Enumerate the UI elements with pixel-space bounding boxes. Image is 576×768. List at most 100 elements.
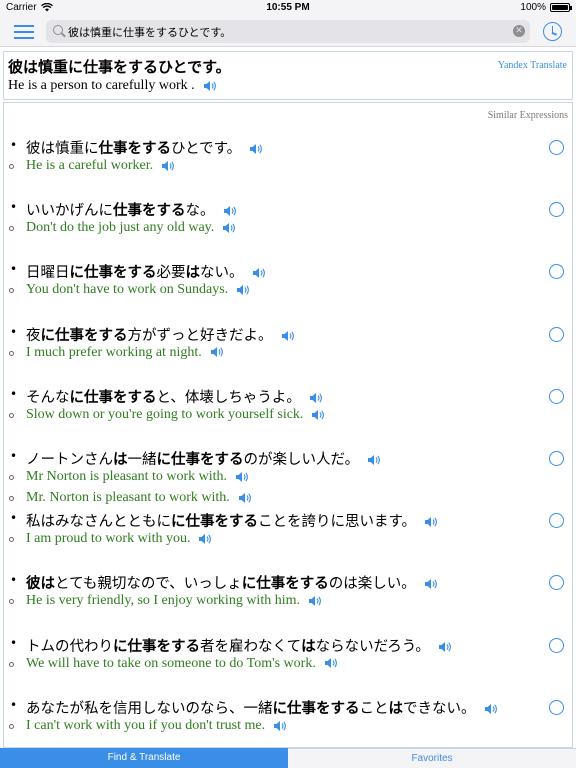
favorite-radio-button[interactable] — [549, 388, 564, 404]
sentence-text: 必要 — [156, 265, 186, 282]
english-translation: I much prefer working at night. — [26, 345, 224, 361]
speaker-icon[interactable] — [223, 205, 237, 217]
english-bullet-icon — [9, 350, 14, 356]
menu-icon[interactable] — [14, 25, 34, 39]
japanese-sentence: 彼はとても親切なので、いっしょに仕事をするのは楽しい。 — [26, 572, 438, 593]
bullet-icon: • — [10, 262, 18, 277]
english-bullet-icon — [9, 475, 14, 480]
sentence-text: できない。 — [403, 700, 476, 717]
sentence-text: いいかげんに — [26, 203, 113, 220]
english-text: Mr. Norton is pleasant to work with. — [26, 490, 230, 505]
speaker-icon[interactable] — [210, 346, 224, 358]
english-text: We will have to take on someone to do To… — [26, 655, 316, 671]
speaker-icon[interactable] — [203, 80, 217, 92]
speaker-icon[interactable] — [198, 533, 212, 545]
keyword-highlight: は — [301, 638, 316, 655]
tab-find-translate[interactable]: Find & Translate — [0, 748, 288, 768]
sentence-text: 私はみなさんとともに — [26, 514, 171, 531]
japanese-sentence: トムの代わりに仕事をする者を雇わなくてはならないだろう。 — [26, 635, 452, 656]
speaker-icon[interactable] — [281, 330, 295, 342]
keyword-highlight: 仕事をする — [98, 141, 172, 157]
sentence-text: あなたが私を信用しないのなら、一緒 — [26, 700, 273, 717]
list-item: • 夜に仕事をする方がずっと好きだよ。 I much prefer working … — [4, 324, 572, 384]
english-bullet-icon — [9, 537, 14, 543]
japanese-sentence: いいかげんに仕事をするな。 — [26, 199, 237, 220]
search-input[interactable] — [68, 22, 508, 41]
japanese-sentence: 夜に仕事をする方がずっと好きだよ。 — [26, 324, 295, 345]
translated-text: He is a person to carefully work . — [8, 78, 195, 93]
list-item: • トムの代わりに仕事をする者を雇わなくてはならないだろう。 We will hav… — [4, 635, 572, 695]
english-text: Mr Norton is pleasant to work with. — [26, 469, 228, 484]
tab-favorites[interactable]: Favorites — [288, 748, 576, 768]
sentence-text: 彼は慎重に — [26, 141, 99, 157]
speaker-icon[interactable] — [424, 516, 438, 528]
sentence-text: こと — [359, 700, 389, 717]
sentence-text: とても親切なので、いっしょ — [55, 576, 242, 593]
favorite-radio-button[interactable] — [549, 513, 564, 529]
speaker-icon[interactable] — [438, 641, 452, 653]
favorite-radio-button[interactable] — [549, 264, 564, 280]
speaker-icon[interactable] — [308, 595, 322, 607]
english-bullet-icon — [9, 412, 14, 418]
favorite-radio-button[interactable] — [549, 575, 564, 591]
clock: 10:55 PM — [266, 2, 310, 13]
japanese-sentence: あなたが私を信用しないのなら、一緒に仕事をすることはできない。 — [26, 697, 498, 718]
english-translation: Mr Norton is pleasant to work with. — [26, 469, 249, 485]
english-bullet-icon — [9, 599, 14, 605]
speaker-icon[interactable] — [238, 492, 252, 504]
speaker-icon[interactable] — [367, 454, 381, 466]
speaker-icon[interactable] — [309, 392, 323, 404]
sentence-text: ならないだろう。 — [315, 638, 430, 655]
sentence-text: ひとです。 — [171, 141, 242, 157]
sentence-text: 日曜日 — [26, 265, 70, 282]
favorite-radio-button[interactable] — [549, 451, 564, 466]
favorite-radio-button[interactable] — [549, 140, 564, 155]
speaker-icon[interactable] — [484, 703, 498, 715]
japanese-sentence: 私はみなさんとともにに仕事をすることを誇りに思います。 — [26, 510, 438, 531]
clear-icon[interactable]: ✕ — [513, 25, 525, 37]
english-bullet-icon — [9, 661, 14, 667]
speaker-icon[interactable] — [424, 578, 438, 590]
favorite-radio-button[interactable] — [549, 637, 564, 653]
speaker-icon[interactable] — [311, 409, 325, 421]
favorite-radio-button[interactable] — [549, 202, 564, 218]
speaker-icon[interactable] — [235, 471, 249, 483]
sentence-text: ない。 — [200, 265, 244, 282]
bullet-icon: • — [10, 200, 18, 215]
bullet-icon: • — [10, 386, 18, 401]
english-bullet-icon — [9, 723, 14, 729]
similar-expressions-list[interactable]: Similar Expressions • 彼は慎重に仕事をするひとです。 He i… — [3, 102, 573, 748]
sentence-text: 方がずっと好きだよ。 — [127, 327, 273, 344]
speaker-icon[interactable] — [273, 720, 287, 732]
battery-fill — [552, 5, 568, 10]
speaker-icon[interactable] — [249, 143, 263, 155]
favorite-radio-button[interactable] — [549, 699, 564, 715]
speaker-icon[interactable] — [222, 222, 236, 234]
list-item: • 日曜日に仕事をする必要はない。 You don't have to work o… — [4, 261, 572, 321]
favorite-radio-button[interactable] — [549, 326, 564, 342]
keyword-highlight: に仕事をする — [171, 514, 258, 531]
english-text: Slow down or you're going to work yourse… — [26, 406, 304, 422]
japanese-sentence: ノートンさんは一緒に仕事をするのが楽しい人だ。 — [26, 448, 381, 469]
speaker-icon[interactable] — [236, 284, 250, 296]
speaker-icon[interactable] — [252, 267, 266, 279]
keyword-highlight: 仕事をする — [113, 203, 186, 220]
bullet-icon: • — [10, 324, 18, 339]
navigation-bar: ✕ — [0, 16, 576, 47]
keyword-highlight: に仕事をする — [69, 265, 157, 282]
english-translation: He is a careful worker. — [26, 158, 175, 174]
tab-bar: Find & Translate Favorites — [0, 748, 576, 768]
speaker-icon[interactable] — [161, 160, 175, 172]
keyword-highlight: に仕事をする — [241, 576, 329, 593]
list-item: • 私はみなさんとともにに仕事をすることを誇りに思います。 I am proud t… — [4, 510, 572, 570]
japanese-sentence: そんなに仕事をすると、体壊しちゃうよ。 — [26, 386, 323, 407]
sentence-text: トムの代わり — [26, 638, 113, 655]
list-item: • 彼はとても親切なので、いっしょに仕事をするのは楽しい。 He is very f… — [4, 572, 572, 632]
yandex-translate-link[interactable]: Yandex Translate — [498, 60, 567, 71]
battery-percent: 100% — [520, 2, 546, 13]
speaker-icon[interactable] — [324, 657, 338, 669]
english-text: I can't work with you if you don't trust… — [26, 717, 266, 733]
history-clock-icon[interactable] — [543, 22, 562, 41]
sentence-text: のは楽しい。 — [328, 576, 416, 593]
keyword-highlight: に仕事をする — [113, 638, 200, 655]
